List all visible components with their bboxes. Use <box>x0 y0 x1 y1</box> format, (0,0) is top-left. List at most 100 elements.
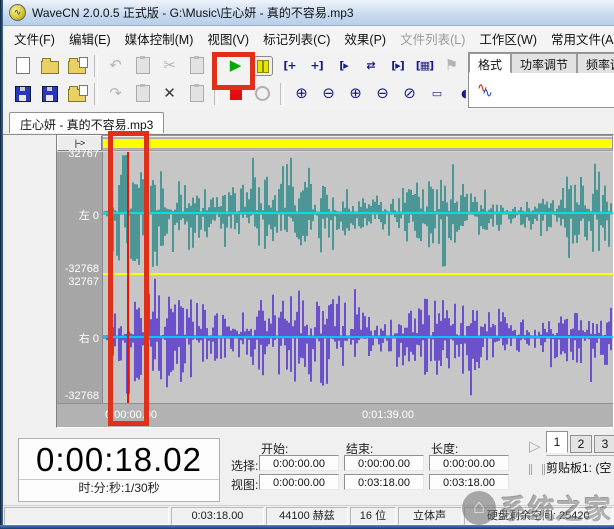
select-view-button[interactable]: [▸] <box>385 53 410 78</box>
select-to-end-button[interactable]: +] <box>304 53 329 78</box>
range-cell[interactable]: 0:00:00.00 <box>429 455 509 471</box>
zoom-selection-button[interactable]: ▭ <box>424 81 449 106</box>
wavecn-logo-icon: ∿ <box>9 4 26 21</box>
paste-button[interactable] <box>184 53 209 78</box>
right-max-label: 32767 <box>68 276 99 288</box>
menu-item-4[interactable]: 视图(V) <box>200 26 256 51</box>
undo-icon: ↶ <box>109 58 122 73</box>
marker-flag-icon: ⚑ <box>445 58 458 73</box>
side-tab-3[interactable]: 频率调节 <box>577 53 614 73</box>
cut-button[interactable]: ✂ <box>157 53 182 78</box>
time-display-box: 0:00:18.02 时:分:秒:1/30秒 <box>18 438 220 502</box>
zoom-selection-icon: ▭ <box>432 88 441 99</box>
time-format-label: 时:分:秒:1/30秒 <box>19 479 219 498</box>
zoom-off-icon: ⊘ <box>403 86 416 101</box>
delete-button[interactable]: ✕ <box>157 81 182 106</box>
range-cell[interactable]: 0:00:00.00 <box>344 455 424 471</box>
save-as-button[interactable] <box>37 81 62 106</box>
close-file-button[interactable] <box>64 81 89 106</box>
select-all-button[interactable]: [▦] <box>412 53 437 78</box>
save-button[interactable] <box>10 81 35 106</box>
mix-paste-button[interactable] <box>184 81 209 106</box>
format-convert-icon[interactable] <box>477 83 495 97</box>
mix-paste-icon <box>190 85 204 102</box>
record-icon <box>255 86 270 101</box>
menu-item-2[interactable]: 编辑(E) <box>62 26 118 51</box>
paste-new-button[interactable] <box>130 53 155 78</box>
redo-icon: ↷ <box>109 86 122 101</box>
zoom-left-icon: ◖ <box>461 88 466 99</box>
zoom-in-vertical-button[interactable]: ⊕ <box>289 81 314 106</box>
cursor-select-start-icon: [▸ <box>339 60 348 71</box>
clipboard-tab-2[interactable]: 2 <box>570 435 592 453</box>
zoom-off-button[interactable]: ⊘ <box>397 81 422 106</box>
menu-item-3[interactable]: 媒体控制(M) <box>118 26 201 51</box>
range-cell[interactable]: 0:00:00.00 <box>259 455 339 471</box>
overview-position-bar[interactable] <box>102 135 613 151</box>
zoom-in-vertical-icon: ⊕ <box>295 86 308 101</box>
title-bar[interactable]: ∿ WaveCN 2.0.0.5 正式版 - G:\Music\庄心妍 - 真的… <box>3 0 614 26</box>
range-row-label-1: 选择: <box>231 457 258 474</box>
current-time-display: 0:00:18.02 <box>19 439 219 479</box>
side-tab-1[interactable]: 格式 <box>469 53 511 73</box>
cursor-select-start-button[interactable]: [▸ <box>331 53 356 78</box>
cursor-swap-icon: ⇄ <box>366 60 374 71</box>
save-as-icon <box>42 86 58 102</box>
menu-item-5[interactable]: 标记列表(C) <box>256 26 337 51</box>
overview-range-fill <box>103 138 612 149</box>
new-file-button[interactable] <box>10 53 35 78</box>
menu-item-6[interactable]: 效果(P) <box>337 26 393 51</box>
insert-file-button[interactable] <box>64 53 89 78</box>
toolbar-separator <box>94 55 98 77</box>
zoom-out-vertical-icon: ⊖ <box>322 86 335 101</box>
toolbar-separator <box>280 83 284 105</box>
select-all-icon: [▦] <box>416 60 433 71</box>
open-file-button[interactable] <box>37 53 62 78</box>
zoom-out-horizontal-button[interactable]: ⊖ <box>370 81 395 106</box>
wavecn-window: ∿ WaveCN 2.0.0.5 正式版 - G:\Music\庄心妍 - 真的… <box>0 0 614 529</box>
side-panel-tabs: 格式功率调节频率调节 <box>469 53 614 73</box>
clipboard-tab-3[interactable]: 3 <box>594 435 614 453</box>
paste-new-icon <box>136 57 150 74</box>
clipboard-play-icon[interactable]: ▷ <box>529 437 541 455</box>
channel-separator-line <box>103 273 613 275</box>
cursor-swap-button[interactable]: ⇄ <box>358 53 383 78</box>
clipboard-pause-icon[interactable] <box>529 462 545 479</box>
toolbar: ↶✂▶[++][▸⇄[▸][▦]⚑? ↷✕⊕⊖⊕⊖⊘▭◖◗ 格式功率调节频率调节 <box>3 50 614 111</box>
zoom-out-vertical-button[interactable]: ⊖ <box>316 81 341 106</box>
paste-icon <box>190 57 204 74</box>
zoom-in-horizontal-button[interactable]: ⊕ <box>343 81 368 106</box>
delete-icon: ✕ <box>163 86 176 101</box>
menu-item-8[interactable]: 工作区(W) <box>472 26 544 51</box>
toolbar-row-2: ↷✕⊕⊖⊕⊖⊘▭◖◗ <box>9 80 543 107</box>
range-row-label-2: 视图: <box>231 476 258 493</box>
annotation-box-cursor <box>108 131 149 426</box>
left-min-label: -32768 <box>65 263 99 275</box>
document-tab[interactable]: 庄心妍 - 真的不容易.mp3 <box>9 112 164 133</box>
new-file-icon <box>16 57 30 74</box>
status-field-6: 硬盘剩余空间: 25420 <box>464 507 613 525</box>
copy-icon <box>136 85 150 102</box>
select-to-start-button[interactable]: [+ <box>277 53 302 78</box>
menu-item-9[interactable]: 常用文件(A) <box>544 26 614 51</box>
menu-item-1[interactable]: 文件(F) <box>7 26 62 51</box>
window-title: WaveCN 2.0.0.5 正式版 - G:\Music\庄心妍 - 真的不容… <box>32 4 354 21</box>
save-icon <box>15 86 31 102</box>
clipboard-tab-1[interactable]: 1 <box>546 431 568 453</box>
right-zero-label: 右 0 <box>79 330 99 346</box>
range-cell[interactable]: 0:03:18.00 <box>429 474 509 490</box>
range-cell[interactable]: 0:00:00.00 <box>259 474 339 490</box>
marker-flag-button[interactable]: ⚑ <box>439 53 464 78</box>
menu-bar: 文件(F)编辑(E)媒体控制(M)视图(V)标记列表(C)效果(P)文件列表(L… <box>3 26 614 51</box>
side-tab-2[interactable]: 功率调节 <box>511 53 577 73</box>
waveform-display[interactable] <box>103 152 613 403</box>
copy-button[interactable] <box>130 81 155 106</box>
redo-button[interactable]: ↷ <box>103 81 128 106</box>
undo-button[interactable]: ↶ <box>103 53 128 78</box>
status-field-2: 0:03:18.00 <box>171 507 263 525</box>
status-field-5: 立体声 <box>398 507 462 525</box>
open-file-icon <box>41 61 59 74</box>
range-cell[interactable]: 0:03:18.00 <box>344 474 424 490</box>
bottom-panel: 0:00:18.02 时:分:秒:1/30秒 开始: 结束: 长度: ▷ 123… <box>3 429 614 505</box>
status-field-4: 16 位 <box>350 507 395 525</box>
